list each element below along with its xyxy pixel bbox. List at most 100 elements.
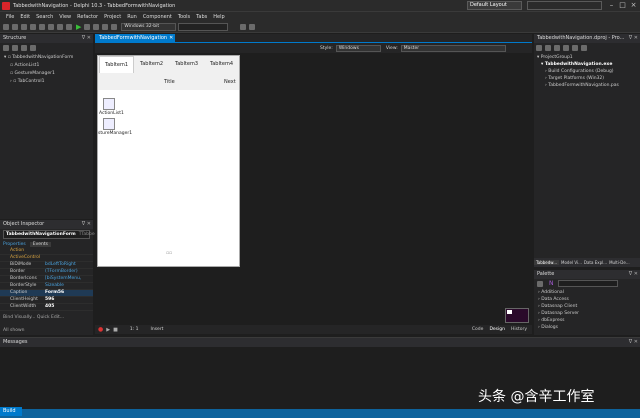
down-icon[interactable] xyxy=(30,44,36,51)
inspector-footer-links[interactable]: Bind Visually... Quick Edit... xyxy=(0,311,93,324)
project-remove-icon[interactable] xyxy=(563,44,569,51)
menu-tools[interactable]: Tools xyxy=(178,14,190,20)
add-file-icon[interactable] xyxy=(48,24,54,30)
tab-multi-device[interactable]: Multi-De... xyxy=(609,260,630,265)
activate-icon[interactable] xyxy=(536,44,542,51)
layout-dropdown[interactable]: Default Layout xyxy=(467,1,522,10)
platform-dropdown[interactable]: Windows 32-bit xyxy=(121,23,177,31)
gesture-manager-component-icon[interactable] xyxy=(103,118,115,130)
property-value[interactable]: Sizeable xyxy=(45,283,64,289)
remove-file-icon[interactable] xyxy=(57,24,63,30)
property-row[interactable]: ClientWidth 405 xyxy=(0,304,93,311)
project-view-icon[interactable] xyxy=(581,44,587,51)
menu-file[interactable]: File xyxy=(6,14,14,20)
back-icon[interactable] xyxy=(240,24,247,30)
save-all-icon[interactable] xyxy=(30,24,36,30)
run-no-debug-icon[interactable] xyxy=(84,24,91,30)
up-icon[interactable] xyxy=(21,44,27,51)
step-over-icon[interactable] xyxy=(102,24,109,30)
save-icon[interactable] xyxy=(21,24,27,30)
palette-search-input[interactable] xyxy=(557,280,618,287)
tree-item[interactable]: ▫ ActionList1 xyxy=(4,63,93,68)
menu-component[interactable]: Component xyxy=(143,14,172,20)
run-icon[interactable]: ▶ xyxy=(76,23,81,31)
tree-item[interactable]: › ▫ TabControl1 xyxy=(4,79,93,84)
palette-category[interactable]: › Data Access xyxy=(538,297,640,302)
config-dropdown[interactable] xyxy=(178,23,229,31)
tab-tabbed-form[interactable]: TabbedFormwithNavigation xyxy=(95,34,172,42)
property-row[interactable]: BorderStyle Sizeable xyxy=(0,283,93,290)
expand-icon[interactable] xyxy=(3,44,9,51)
open-icon[interactable] xyxy=(12,24,18,30)
close-tab-icon[interactable]: ✕ xyxy=(169,34,176,42)
tab-design[interactable]: Design xyxy=(489,327,505,332)
project-options-icon[interactable] xyxy=(572,44,578,51)
property-row[interactable]: Caption Form56 xyxy=(0,290,93,297)
menu-help[interactable]: Help xyxy=(213,14,224,20)
property-value[interactable]: (TFormBorder) xyxy=(45,269,78,275)
tab-item-1[interactable]: TabItem1 xyxy=(99,56,134,73)
tab-properties[interactable]: Properties xyxy=(3,242,26,247)
tab-history[interactable]: History xyxy=(511,327,527,332)
palette-category[interactable]: › Datasnap Client xyxy=(538,304,640,309)
property-row[interactable]: Border (TFormBorder) xyxy=(0,269,93,276)
menu-refactor[interactable]: Refactor xyxy=(77,14,98,20)
palette-category[interactable]: › Dialogs xyxy=(538,325,640,330)
property-row[interactable]: Action xyxy=(0,248,93,255)
maximize-icon[interactable]: □ xyxy=(617,0,628,11)
open-project-icon[interactable] xyxy=(39,24,45,30)
minimize-icon[interactable]: – xyxy=(606,0,617,11)
property-value[interactable]: Form56 xyxy=(45,290,64,296)
new-icon[interactable] xyxy=(3,24,9,30)
palette-search-icon[interactable]: N xyxy=(549,280,554,287)
tree-item[interactable]: ▫ GestureManager1 xyxy=(4,71,93,76)
project-add-icon[interactable] xyxy=(554,44,560,51)
project-group-item[interactable]: ▾ ProjectGroup1 xyxy=(537,55,640,60)
palette-category[interactable]: › dbExpress xyxy=(538,318,640,323)
actionlist-component-icon[interactable] xyxy=(103,98,115,110)
designer-form[interactable]: TabItem1 TabItem2 TabItem3 TabItem4 Titl… xyxy=(97,55,240,267)
property-row[interactable]: BiDiMode bdLeftToRight xyxy=(0,262,93,269)
sync-icon[interactable] xyxy=(545,44,551,51)
project-exe-item[interactable]: ▾ TabbedwithNavigation.exe xyxy=(537,62,640,67)
tab-events[interactable]: Events xyxy=(29,241,51,247)
menu-project[interactable]: Project xyxy=(104,14,121,20)
pause-icon[interactable] xyxy=(93,24,100,30)
property-value[interactable]: bdLeftToRight xyxy=(45,262,76,268)
property-row[interactable]: ActiveControl xyxy=(0,255,93,262)
tab-model-view[interactable]: Model Vi... xyxy=(561,260,582,265)
tree-item-form[interactable]: ▾ ▫ TabbedwithNavigationForm xyxy=(4,55,93,60)
undo-icon[interactable] xyxy=(66,24,72,30)
build-config-item[interactable]: › Build Configurations (Debug) xyxy=(537,69,640,74)
play-macro-icon[interactable]: ▶ xyxy=(106,327,110,333)
menu-view[interactable]: View xyxy=(59,14,71,20)
tab-data-explorer[interactable]: Data Expl... xyxy=(584,260,607,265)
property-value[interactable]: 596 xyxy=(45,297,54,303)
property-value[interactable]: [biSystemMenu, xyxy=(45,276,81,282)
close-icon[interactable]: × xyxy=(628,0,639,11)
menu-edit[interactable]: Edit xyxy=(20,14,30,20)
property-row[interactable]: ClientHeight 596 xyxy=(0,297,93,304)
view-dropdown[interactable]: Master xyxy=(400,44,506,52)
menu-run[interactable]: Run xyxy=(127,14,137,20)
target-platforms-item[interactable]: › Target Platforms (Win32) xyxy=(537,76,640,81)
ide-search-input[interactable] xyxy=(527,1,602,10)
preview-viewport[interactable] xyxy=(507,310,512,314)
tab-project[interactable]: Tabbedw... xyxy=(534,260,560,265)
style-dropdown[interactable]: Windows xyxy=(335,44,381,52)
stop-macro-icon[interactable]: ■ xyxy=(113,327,118,333)
trace-into-icon[interactable] xyxy=(111,24,118,30)
object-selector[interactable]: TabbedwithNavigationForm TTabbedwith xyxy=(3,230,107,239)
tab-item-3[interactable]: TabItem3 xyxy=(169,56,204,73)
build-tab[interactable]: Build xyxy=(0,407,22,416)
size-grip-icon[interactable]: ▫▫ xyxy=(166,251,172,256)
palette-categories-icon[interactable] xyxy=(537,280,543,287)
palette-category[interactable]: › Additional xyxy=(538,290,640,295)
pas-file-item[interactable]: › TabbedFormwithNavigation.pas xyxy=(537,83,640,88)
tab-item-2[interactable]: TabItem2 xyxy=(134,56,169,73)
nav-next-button[interactable]: Next xyxy=(224,79,236,85)
property-value[interactable]: 405 xyxy=(45,304,54,310)
tab-item-4[interactable]: TabItem4 xyxy=(204,56,239,73)
collapse-icon[interactable] xyxy=(12,44,18,51)
menu-search[interactable]: Search xyxy=(36,14,53,20)
